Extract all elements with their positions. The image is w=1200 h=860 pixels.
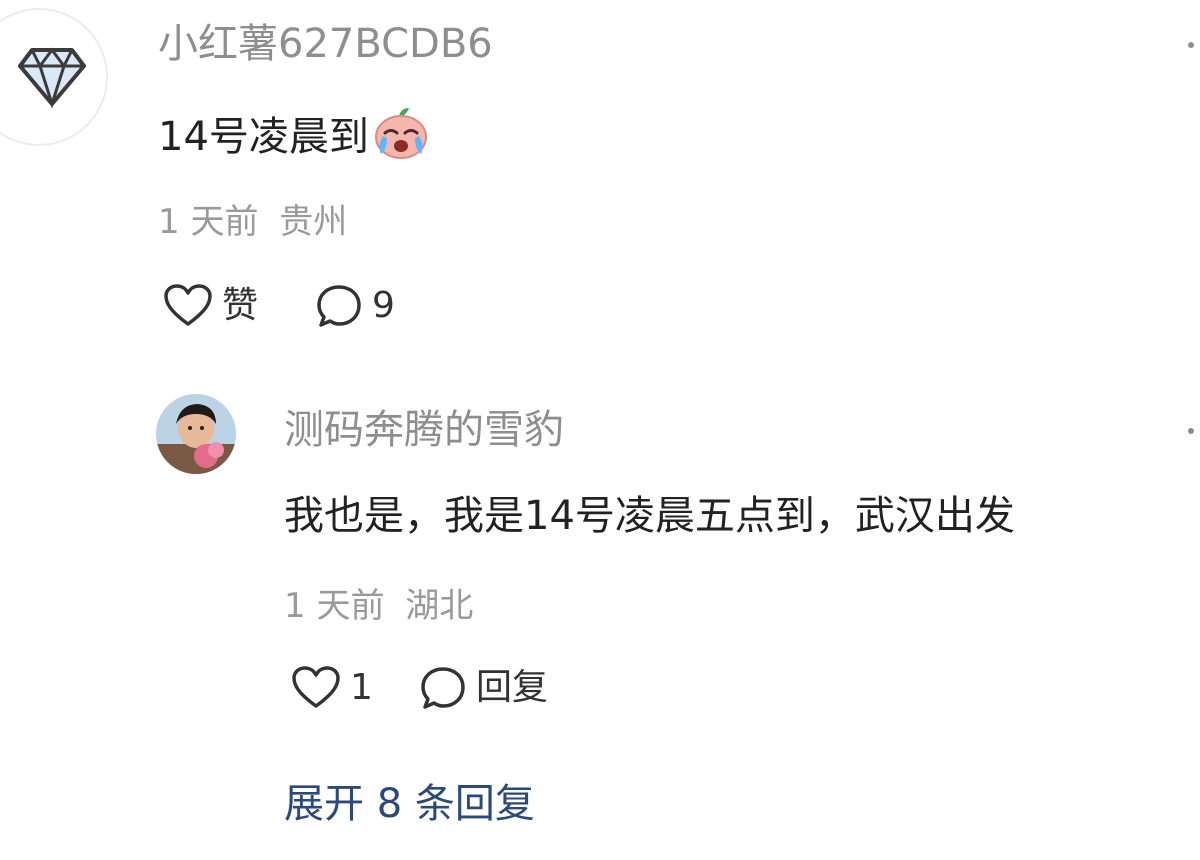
- comment-location: 贵州: [279, 202, 348, 242]
- comment-bubble-icon: [316, 284, 362, 328]
- comment-text: 14号凌晨到: [158, 106, 429, 161]
- more-options-icon[interactable]: [1188, 42, 1194, 48]
- comment-text-body: 14号凌晨到: [158, 114, 369, 160]
- reply-button[interactable]: 回复: [420, 666, 548, 710]
- reply-like-count: 1: [350, 667, 373, 708]
- reply-more-options-icon[interactable]: [1188, 428, 1194, 434]
- crying-face-emoji: [374, 108, 427, 159]
- comment-username[interactable]: 小红薯627BCDB6: [158, 20, 493, 68]
- reply-count: 9: [372, 285, 395, 326]
- diamond-icon: [18, 47, 86, 108]
- comment-bubble-icon: [420, 666, 466, 710]
- avatar[interactable]: [0, 8, 108, 146]
- like-label: 赞: [222, 285, 259, 326]
- reply-text: 我也是，我是14号凌晨五点到，武汉出发: [284, 493, 1015, 539]
- heart-icon: [292, 666, 340, 710]
- like-button[interactable]: 赞: [164, 284, 258, 328]
- reply-meta: 1 天前 湖北: [284, 586, 473, 626]
- expand-replies-link[interactable]: 展开 8 条回复: [284, 780, 535, 828]
- reply-avatar[interactable]: [156, 394, 236, 474]
- reply-time: 1 天前: [284, 586, 385, 626]
- avatar-photo: [156, 394, 236, 474]
- heart-icon: [164, 284, 212, 328]
- reply-location: 湖北: [405, 586, 474, 626]
- reply-label: 回复: [476, 667, 549, 708]
- reply-username[interactable]: 测码奔腾的雪豹: [284, 406, 564, 454]
- comment-time: 1 天前: [158, 202, 259, 242]
- reply-like-button[interactable]: 1: [292, 666, 373, 710]
- reply-count-button[interactable]: 9: [316, 284, 395, 328]
- comment-meta: 1 天前 贵州: [158, 202, 347, 242]
